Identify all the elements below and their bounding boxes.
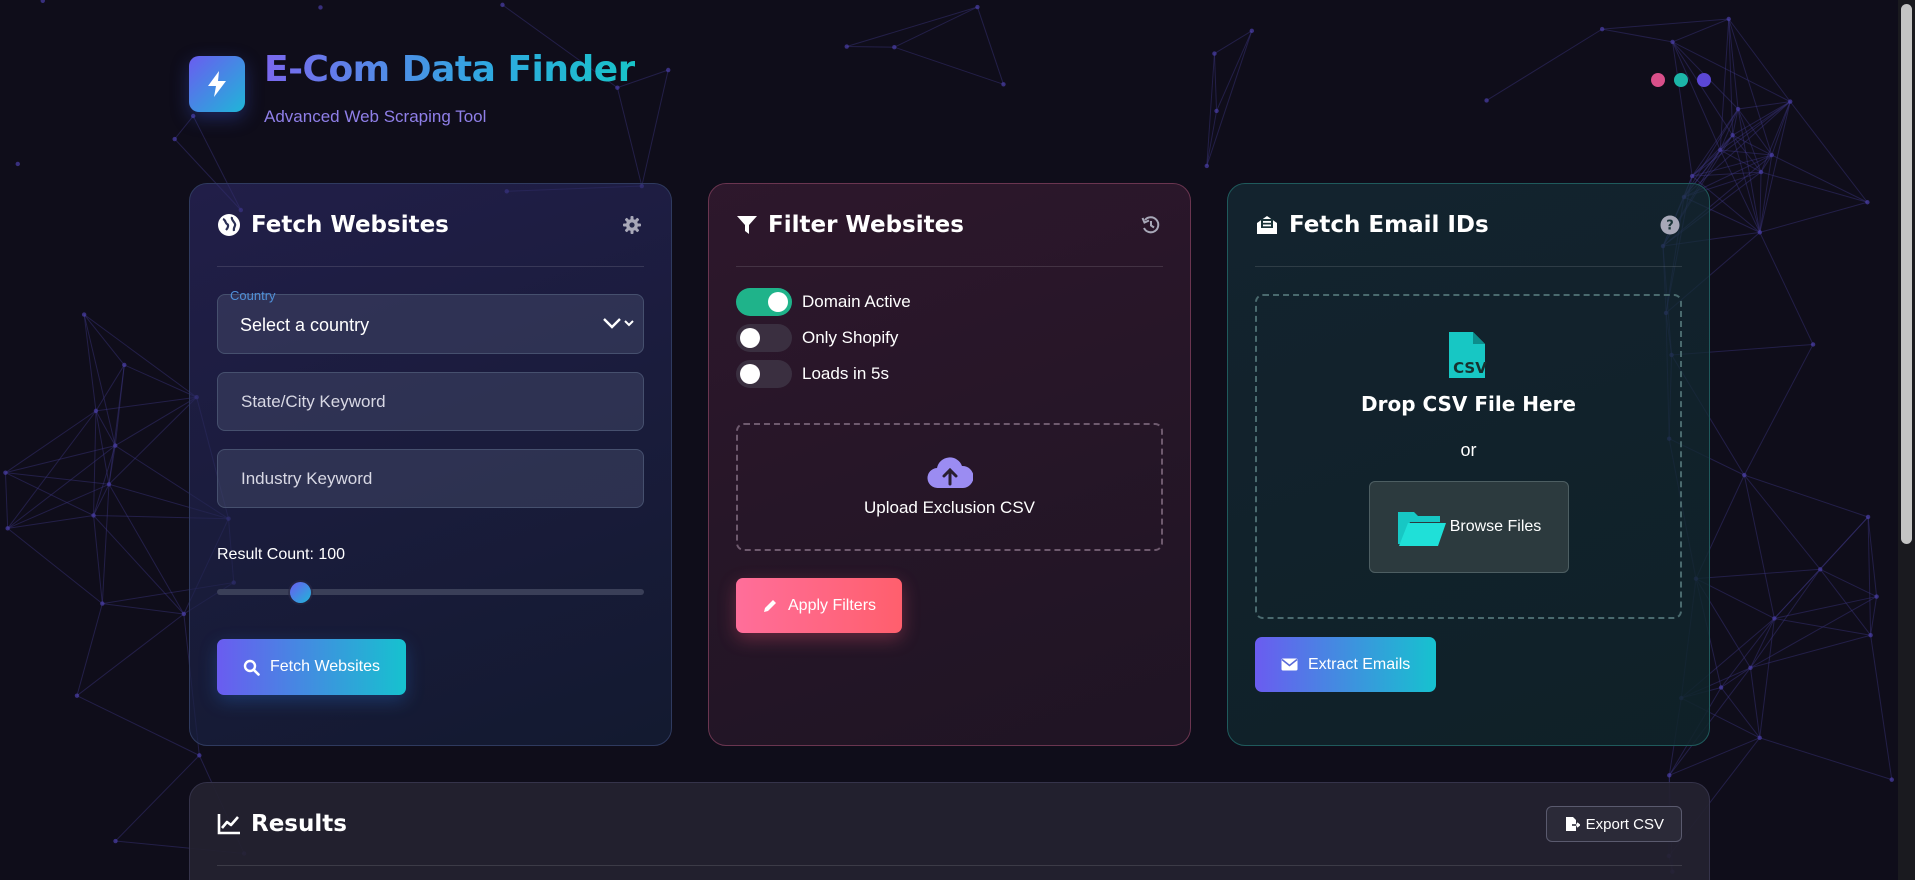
help-icon: ? — [1660, 215, 1680, 235]
card-title: Fetch Websites — [251, 212, 449, 238]
gear-icon — [623, 216, 641, 234]
svg-text:?: ? — [1666, 219, 1674, 234]
globe-icon — [218, 214, 240, 236]
scrollbar-thumb[interactable] — [1901, 4, 1912, 544]
domain-active-toggle[interactable] — [736, 288, 792, 316]
fetch-websites-button[interactable]: Fetch Websites — [217, 639, 406, 695]
filter-websites-card: Filter Websites Domain Active Only Shopi… — [708, 183, 1191, 746]
result-count-slider[interactable] — [217, 582, 644, 603]
pencil-icon — [764, 599, 776, 612]
card-title: Filter Websites — [768, 212, 964, 238]
search-icon — [243, 659, 260, 676]
toggle-row[interactable]: Domain Active — [736, 288, 1163, 316]
folder-open-icon — [1397, 512, 1446, 546]
dot-purple — [1697, 73, 1711, 87]
state-city-input[interactable]: State/City Keyword — [217, 372, 644, 431]
app-subtitle: Advanced Web Scraping Tool — [264, 107, 487, 126]
slider-knob[interactable] — [290, 582, 311, 603]
fetch-websites-label: Fetch Websites — [270, 658, 380, 675]
csv-file-icon: CSV — [1448, 332, 1487, 378]
app-header: E-Com Data Finder Advanced Web Scraping … — [189, 50, 635, 127]
bolt-icon — [208, 71, 226, 97]
history-icon — [1141, 216, 1160, 234]
logo — [189, 56, 245, 112]
browse-files-label: Browse Files — [1449, 518, 1542, 535]
filter-icon — [737, 216, 757, 234]
settings-button[interactable] — [620, 213, 644, 237]
fetch-emails-card: Fetch Email IDs ? CSV Drop CSV File Here… — [1227, 183, 1710, 746]
envelope-open-icon — [1257, 216, 1277, 234]
chevron-down-icon — [603, 318, 634, 329]
cloud-upload-icon — [927, 457, 973, 489]
help-button[interactable]: ? — [1658, 213, 1682, 237]
apply-filters-label: Apply Filters — [788, 596, 877, 614]
upload-label: Upload Exclusion CSV — [863, 498, 1036, 517]
csv-drop-zone[interactable]: CSV Drop CSV File Here or Browse Files — [1255, 294, 1682, 619]
country-label: Country — [230, 288, 276, 303]
loads-in-5s-toggle[interactable] — [736, 360, 792, 388]
toggle-label: Domain Active — [802, 292, 911, 311]
toggle-row[interactable]: Only Shopify — [736, 324, 1163, 352]
extract-emails-button[interactable]: Extract Emails — [1255, 637, 1437, 692]
toggle-row[interactable]: Loads in 5s — [736, 360, 1163, 388]
envelope-icon — [1281, 658, 1298, 671]
apply-filters-button[interactable]: Apply Filters — [736, 578, 903, 633]
svg-text:CSV: CSV — [1453, 359, 1487, 377]
or-text: or — [1460, 440, 1477, 460]
industry-input[interactable]: Industry Keyword — [217, 449, 644, 508]
toggle-label: Only Shopify — [802, 328, 899, 347]
export-csv-button[interactable]: Export CSV — [1545, 806, 1682, 842]
country-value: Select a country — [240, 315, 370, 335]
app-title: E-Com Data Finder — [264, 49, 635, 90]
only-shopify-toggle[interactable] — [736, 324, 792, 352]
extract-emails-label: Extract Emails — [1308, 655, 1411, 673]
drop-title: Drop CSV File Here — [1360, 392, 1576, 416]
card-title: Fetch Email IDs — [1289, 212, 1489, 238]
exclusion-upload-zone[interactable]: Upload Exclusion CSV — [736, 423, 1163, 551]
result-count-label: Result Count: 100 — [217, 546, 346, 563]
file-export-icon — [1565, 817, 1580, 831]
results-panel: Results Export CSV — [189, 782, 1710, 880]
country-select[interactable]: Country Select a country — [217, 288, 644, 354]
fetch-websites-card: Fetch Websites Country Select a country … — [189, 183, 672, 746]
browse-files-button[interactable]: Browse Files — [1368, 481, 1569, 573]
export-csv-label: Export CSV — [1585, 815, 1664, 833]
page-scrollbar[interactable] — [1898, 0, 1915, 880]
chart-line-icon — [217, 814, 240, 835]
history-button[interactable] — [1139, 213, 1163, 237]
dot-pink — [1651, 73, 1665, 87]
toggle-label: Loads in 5s — [802, 364, 889, 383]
results-title: Results — [251, 811, 347, 837]
dot-teal — [1674, 73, 1688, 87]
window-dots — [1651, 73, 1711, 87]
